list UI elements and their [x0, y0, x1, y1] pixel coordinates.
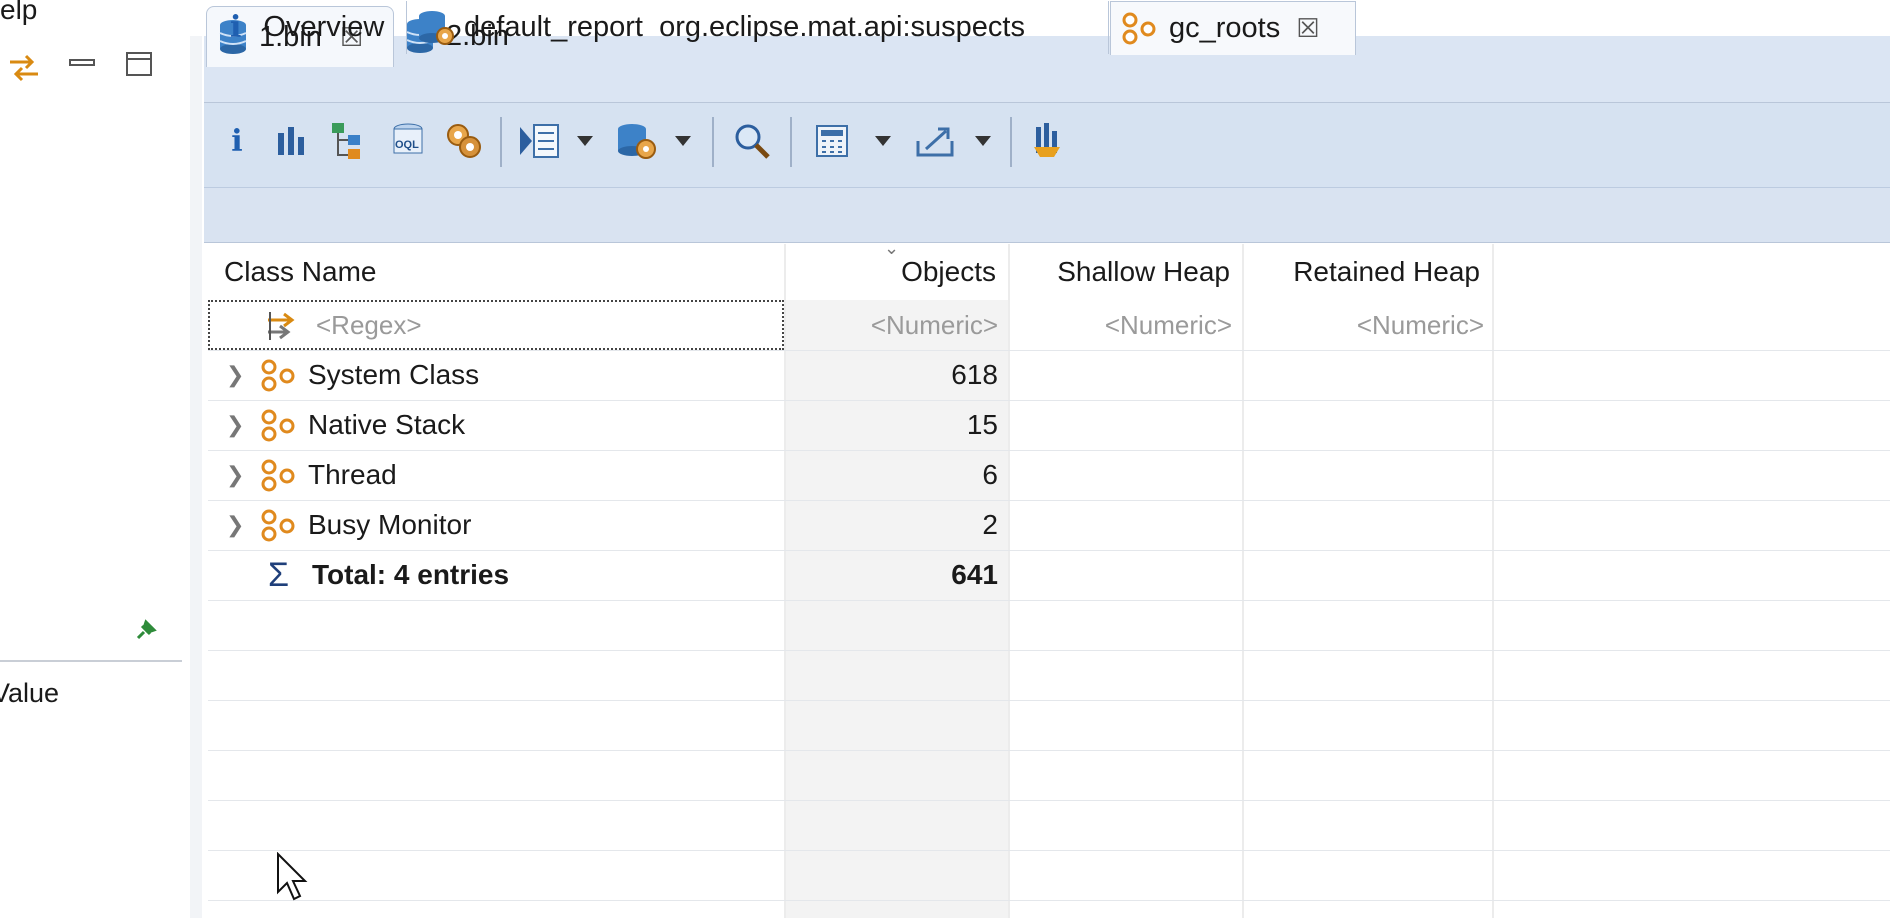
- query-browser-icon[interactable]: [516, 119, 564, 163]
- maximize-icon[interactable]: [124, 50, 154, 80]
- empty-row: [208, 850, 1890, 901]
- gc-roots-icon: [1122, 12, 1156, 44]
- empty-row: [208, 600, 1890, 651]
- toolbar-separator: [1010, 117, 1012, 167]
- link-with-editor-icon[interactable]: [4, 48, 44, 88]
- table-row[interactable]: ❯ Thread 6: [208, 450, 1890, 501]
- heap-dump-overview-icon[interactable]: [442, 119, 486, 163]
- empty-row: [208, 650, 1890, 701]
- filter-row: <Regex> <Numeric> <Numeric> <Numeric>: [208, 300, 1890, 351]
- retained-heap-filter[interactable]: <Numeric>: [1242, 300, 1484, 350]
- row-objects: 6: [982, 459, 998, 490]
- header-shallow-heap[interactable]: Shallow Heap: [1008, 244, 1230, 300]
- row-objects: 2: [982, 509, 998, 540]
- result-tab-bar: [204, 188, 1890, 243]
- sort-descending-icon: ⌄: [884, 238, 900, 258]
- info-icon[interactable]: i: [222, 119, 252, 163]
- header-objects-label: Objects: [901, 256, 996, 287]
- panel-sash[interactable]: [190, 36, 202, 918]
- chevron-down-icon[interactable]: [672, 119, 694, 163]
- info-icon: i: [230, 10, 242, 45]
- gc-root-icon: [261, 459, 295, 492]
- empty-row: [208, 750, 1890, 801]
- toolbar-separator: [790, 117, 792, 167]
- chevron-right-icon[interactable]: ❯: [226, 500, 244, 550]
- row-class-name: Native Stack: [308, 409, 466, 440]
- report-icon: [419, 10, 454, 45]
- gc-roots-table: Class Name Objects ⌄ Shallow Heap Retain…: [208, 238, 1890, 918]
- left-panel-divider: [0, 660, 182, 662]
- leak-suspects-icon[interactable]: [612, 119, 660, 163]
- table-row[interactable]: ❯ Busy Monitor 2: [208, 500, 1890, 551]
- minimize-icon[interactable]: [68, 50, 96, 78]
- tab-default-report[interactable]: default_report org.eclipse.mat.api:suspe…: [408, 1, 1109, 54]
- chevron-right-icon[interactable]: ❯: [226, 400, 244, 450]
- toolbar-separator: [500, 117, 502, 167]
- tab-label: default_report org.eclipse.mat.api:suspe…: [464, 11, 1025, 43]
- export-icon[interactable]: [912, 119, 960, 163]
- header-retained-heap[interactable]: Retained Heap: [1242, 244, 1480, 300]
- close-icon[interactable]: ☒: [1296, 13, 1319, 44]
- value-column-header: Value: [0, 678, 60, 708]
- row-objects: 15: [966, 409, 998, 440]
- regex-filter-placeholder[interactable]: <Regex>: [316, 300, 422, 350]
- row-objects: 618: [951, 359, 998, 390]
- svg-text:OQL: OQL: [395, 139, 419, 151]
- chevron-right-icon[interactable]: ❯: [226, 350, 244, 400]
- menu-help[interactable]: elp: [0, 0, 37, 26]
- tab-label: Overview: [263, 11, 385, 43]
- chevron-down-icon[interactable]: [872, 119, 894, 163]
- histogram-icon[interactable]: [272, 119, 312, 163]
- toolbar: i OQL: [204, 103, 1890, 188]
- pin-icon[interactable]: [132, 618, 158, 644]
- mouse-cursor: [276, 851, 310, 907]
- sum-icon: Σ: [268, 555, 290, 594]
- toolbar-separator: [712, 117, 714, 167]
- dominator-tree-icon[interactable]: [328, 119, 372, 163]
- row-class-name: Thread: [308, 459, 397, 490]
- empty-row: [208, 800, 1890, 851]
- total-objects: 641: [951, 559, 998, 590]
- total-row: Σ Total: 4 entries 641: [208, 550, 1890, 601]
- chevron-down-icon[interactable]: [972, 119, 994, 163]
- chevron-down-icon[interactable]: [574, 119, 596, 163]
- objects-filter[interactable]: <Numeric>: [784, 300, 998, 350]
- row-class-name: System Class: [308, 359, 480, 390]
- shallow-heap-filter[interactable]: <Numeric>: [1008, 300, 1232, 350]
- header-class-name[interactable]: Class Name: [224, 244, 764, 300]
- row-class-name: Busy Monitor: [308, 509, 472, 540]
- filter-icon: [264, 306, 304, 346]
- tab-label: gc_roots: [1169, 12, 1281, 44]
- table-row[interactable]: ❯ System Class 618: [208, 350, 1890, 401]
- search-icon[interactable]: [730, 119, 774, 163]
- left-panel: [0, 36, 192, 918]
- gc-root-icon: [261, 409, 295, 442]
- empty-row: [208, 700, 1890, 751]
- chevron-right-icon[interactable]: ❯: [226, 450, 244, 500]
- group-by-icon[interactable]: [1028, 119, 1072, 163]
- gc-root-icon: [261, 509, 295, 542]
- tab-gc-roots[interactable]: gc_roots ☒: [1110, 1, 1356, 55]
- total-label: Total: 4 entries: [312, 559, 510, 590]
- calculate-retained-icon[interactable]: [810, 119, 854, 163]
- table-row[interactable]: ❯ Native Stack 15: [208, 400, 1890, 451]
- tab-overview[interactable]: i Overview: [210, 1, 407, 54]
- gc-root-icon: [261, 359, 295, 392]
- oql-icon[interactable]: OQL: [386, 119, 430, 163]
